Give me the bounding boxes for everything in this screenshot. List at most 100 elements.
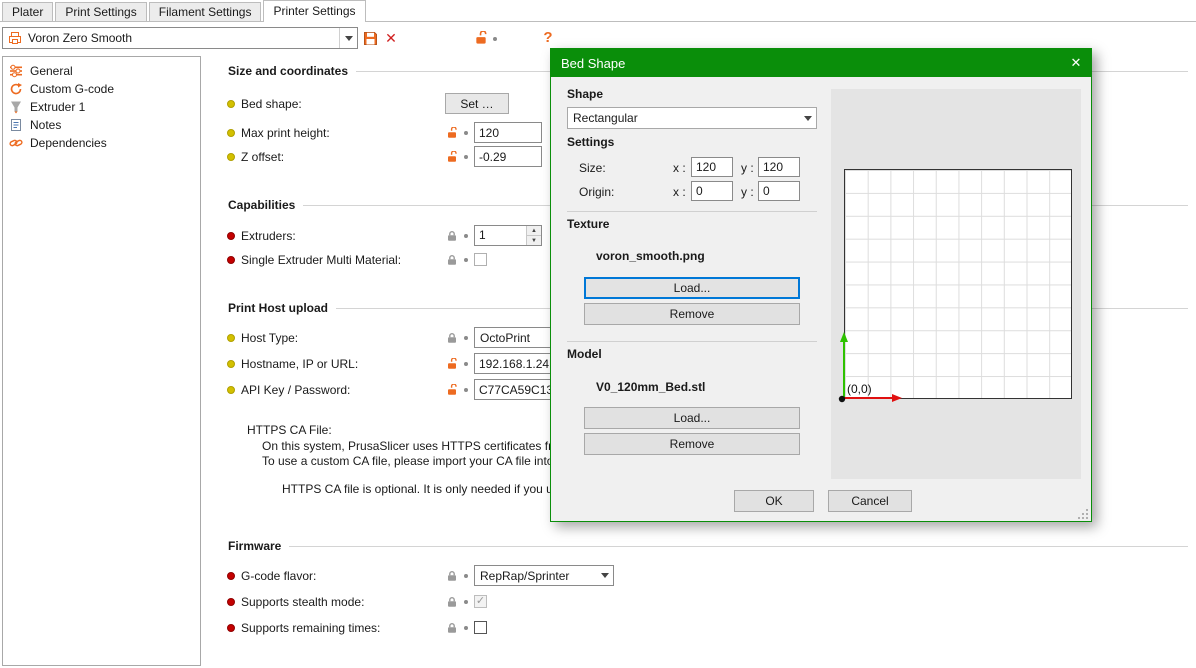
origin-x-input[interactable] — [691, 181, 733, 201]
size-x-label: x : — [673, 161, 686, 175]
remaining-times-checkbox[interactable] — [474, 621, 487, 634]
tab-printer-settings[interactable]: Printer Settings — [263, 0, 365, 22]
sidebar-item-label: Extruder 1 — [30, 100, 85, 114]
tab-plater[interactable]: Plater — [2, 2, 53, 21]
origin-label: Origin: — [579, 185, 614, 199]
spin-up-icon[interactable]: ▲ — [527, 226, 541, 236]
lock-icon — [446, 570, 458, 582]
texture-separator — [567, 211, 817, 212]
sidebar-item-custom-gcode[interactable]: Custom G-code — [3, 80, 200, 98]
delete-preset-icon[interactable]: ✕ — [383, 29, 399, 47]
tab-print-settings[interactable]: Print Settings — [55, 2, 146, 21]
dialog-titlebar[interactable]: Bed Shape — [551, 49, 1091, 77]
max-print-height-input[interactable] — [474, 122, 542, 143]
revert-dot-icon — [464, 131, 468, 135]
extruders-value: 1 — [475, 226, 526, 245]
printer-icon — [7, 30, 23, 46]
stealth-label: Supports stealth mode: — [241, 595, 364, 609]
custom-gcode-icon — [9, 82, 23, 96]
dependencies-icon — [9, 136, 23, 150]
resize-grip[interactable] — [1078, 508, 1089, 519]
max-print-height-lock[interactable] — [446, 123, 468, 143]
extruders-spinner[interactable]: 1 ▲ ▼ — [474, 225, 542, 246]
system-bullet-icon — [227, 624, 235, 632]
stealth-checkbox[interactable]: ✓ — [474, 595, 487, 608]
bed-shape-label: Bed shape: — [241, 97, 302, 111]
https-ca-file-title: HTTPS CA File: — [247, 423, 332, 437]
close-icon[interactable]: ✕ — [1063, 51, 1089, 75]
section-title: Print Host upload — [228, 301, 328, 315]
sidebar-item-dependencies[interactable]: Dependencies — [3, 134, 200, 152]
remaining-times-label: Supports remaining times: — [241, 621, 380, 635]
bed-shape-row-label: Bed shape: — [227, 94, 302, 114]
remaining-times-lock[interactable] — [446, 618, 468, 638]
texture-remove-button[interactable]: Remove — [584, 303, 800, 325]
save-preset-icon[interactable] — [362, 30, 378, 46]
gcode-flavor-lock[interactable] — [446, 566, 468, 586]
api-key-row-label: API Key / Password: — [227, 380, 350, 400]
modified-bullet-icon — [227, 129, 235, 137]
extruders-lock[interactable] — [446, 226, 468, 246]
host-type-label: Host Type: — [241, 331, 298, 345]
model-separator — [567, 341, 817, 342]
sidebar-item-extruder-1[interactable]: Extruder 1 — [3, 98, 200, 116]
ok-button[interactable]: OK — [734, 490, 814, 512]
bed-shape-set-button[interactable]: Set … — [445, 93, 509, 114]
sidebar-item-notes[interactable]: Notes — [3, 116, 200, 134]
max-print-height-row-label: Max print height: — [227, 123, 330, 143]
chevron-down-icon — [799, 108, 816, 128]
z-offset-row-label: Z offset: — [227, 147, 284, 167]
z-offset-lock[interactable] — [446, 147, 468, 167]
origin-y-input[interactable] — [758, 181, 800, 201]
revert-dot-icon — [464, 626, 468, 630]
bed-shape-dialog: Bed Shape ✕ Shape Rectangular Settings S… — [550, 48, 1092, 522]
semm-lock[interactable] — [446, 250, 468, 270]
size-y-label: y : — [741, 161, 754, 175]
lock-icon — [446, 596, 458, 608]
revert-dot-icon — [464, 234, 468, 238]
stealth-lock[interactable] — [446, 592, 468, 612]
shape-value: Rectangular — [568, 111, 799, 125]
size-x-input[interactable] — [691, 157, 733, 177]
printer-preset-combo[interactable]: Voron Zero Smooth — [2, 27, 358, 49]
dialog-title: Bed Shape — [561, 56, 625, 71]
lock-icon — [446, 230, 458, 242]
host-type-lock[interactable] — [446, 328, 468, 348]
semm-row-label: Single Extruder Multi Material: — [227, 250, 401, 270]
prusaslicer-window: Plater Print Settings Filament Settings … — [0, 0, 1196, 668]
texture-filename: voron_smooth.png — [596, 249, 705, 263]
modified-bullet-icon — [227, 386, 235, 394]
gcode-flavor-row-label: G-code flavor: — [227, 566, 316, 586]
hostname-lock[interactable] — [446, 354, 468, 374]
gcode-flavor-value: RepRap/Sprinter — [475, 569, 596, 583]
semm-checkbox[interactable] — [474, 253, 487, 266]
bed-preview-canvas[interactable]: (0,0) — [831, 89, 1081, 479]
lock-icon — [446, 622, 458, 634]
size-y-input[interactable] — [758, 157, 800, 177]
model-remove-button[interactable]: Remove — [584, 433, 800, 455]
origin-coordinates-label: (0,0) — [847, 382, 872, 396]
sidebar-item-label: General — [30, 64, 73, 78]
unlock-icon — [446, 127, 458, 139]
spin-down-icon[interactable]: ▼ — [527, 236, 541, 245]
model-load-button[interactable]: Load... — [584, 407, 800, 429]
sidebar-item-general[interactable]: General — [3, 62, 200, 80]
tab-filament-settings[interactable]: Filament Settings — [149, 2, 262, 21]
z-offset-input[interactable] — [474, 146, 542, 167]
shape-combo[interactable]: Rectangular — [567, 107, 817, 129]
gcode-flavor-combo[interactable]: RepRap/Sprinter — [474, 565, 614, 586]
cancel-button[interactable]: Cancel — [828, 490, 912, 512]
texture-group-title: Texture — [567, 217, 609, 231]
max-print-height-label: Max print height: — [241, 126, 330, 140]
unlock-icon[interactable] — [474, 30, 488, 46]
sidebar-item-label: Notes — [30, 118, 61, 132]
texture-load-button[interactable]: Load... — [584, 277, 800, 299]
chevron-down-icon — [339, 28, 357, 48]
help-question-icon[interactable]: ? — [540, 28, 556, 46]
spinner-buttons[interactable]: ▲ ▼ — [526, 226, 541, 245]
system-bullet-icon — [227, 256, 235, 264]
semm-label: Single Extruder Multi Material: — [241, 253, 401, 267]
api-key-lock[interactable] — [446, 380, 468, 400]
system-bullet-icon — [227, 232, 235, 240]
revert-dot-icon — [464, 258, 468, 262]
